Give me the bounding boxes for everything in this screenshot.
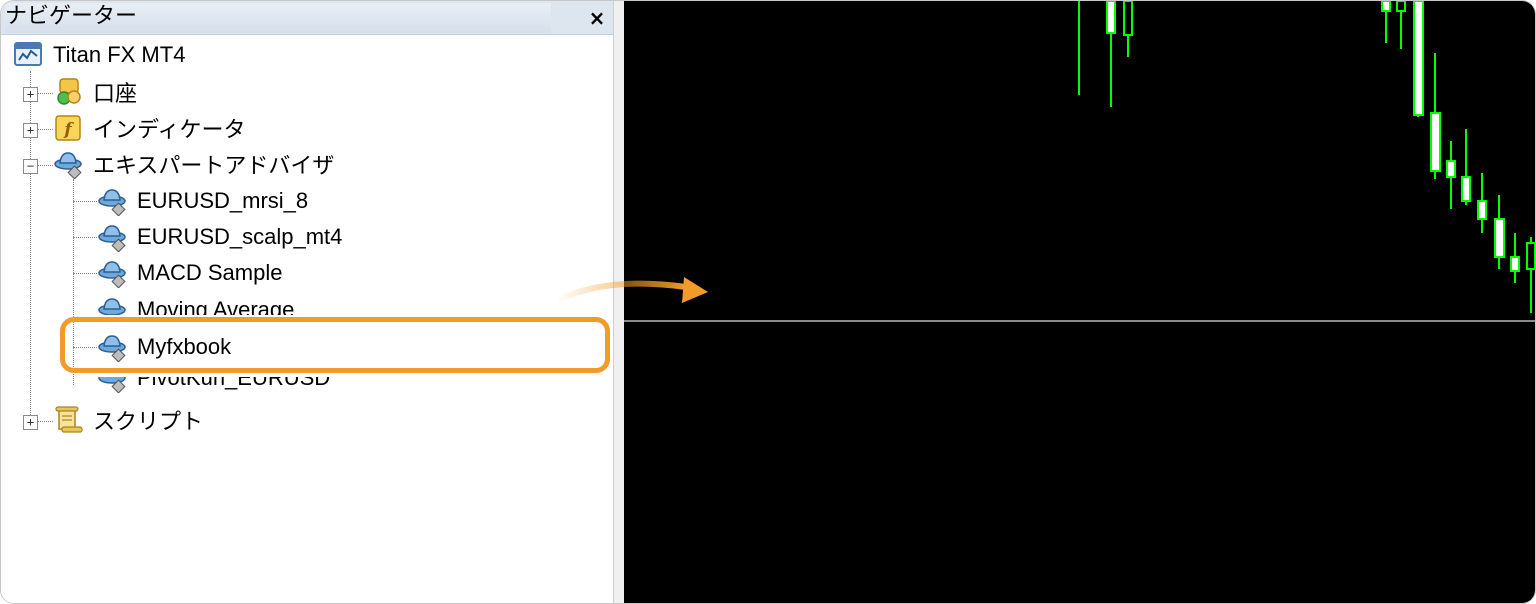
tree-item-label: EURUSD_mrsi_8: [137, 188, 309, 213]
drag-arrow: [553, 277, 708, 304]
tree-line: [37, 93, 53, 94]
tree-item-expert[interactable]: EURUSD_scalp_mt4: [97, 220, 342, 254]
tree-line: [37, 165, 53, 166]
expert-hat-icon: [98, 225, 126, 252]
tree-item-label: エキスパートアドバイザ: [93, 153, 335, 178]
navigator-panel: ナビゲーター × + + − + Titan FX MT4 口座 f インディケ…: [1, 1, 613, 603]
candle: [1526, 237, 1535, 313]
expert-hat-icon: [98, 189, 126, 216]
function-icon: f: [55, 115, 81, 141]
tree-item-expert: PivotKun_EURUSD: [97, 377, 330, 395]
collapse-experts-toggle[interactable]: −: [23, 159, 38, 174]
expert-hat-icon: [98, 298, 126, 315]
candle: [1396, 1, 1406, 49]
expert-hat-icon: [98, 377, 126, 393]
tree-item-expert-clipped[interactable]: Moving Average: [97, 293, 427, 315]
tree-item-indicators[interactable]: f インディケータ: [53, 111, 245, 145]
expand-scripts-toggle[interactable]: +: [23, 415, 38, 430]
navigator-title: ナビゲーター: [5, 4, 138, 29]
scroll-icon: [55, 406, 83, 433]
price-chart[interactable]: [624, 1, 1535, 603]
tree-item-label: MACD Sample: [137, 260, 283, 285]
expert-hat-icon: [98, 261, 126, 288]
candle: [1430, 53, 1441, 179]
tree-item-label: インディケータ: [93, 117, 246, 142]
tree-line: [37, 129, 53, 130]
expert-hat-icon: [54, 152, 82, 179]
candle: [1477, 173, 1487, 233]
tree-line: [73, 237, 97, 238]
tree-item-scripts[interactable]: スクリプト: [53, 403, 203, 437]
expand-indicators-toggle[interactable]: +: [23, 123, 38, 138]
candle: [1494, 195, 1505, 269]
tree-item-expert[interactable]: EURUSD_mrsi_8: [97, 184, 308, 218]
navigator-titlebar: ナビゲーター ×: [1, 1, 613, 35]
accounts-icon: [57, 78, 81, 105]
candle: [1413, 1, 1424, 117]
tree-item-label: Titan FX MT4: [53, 42, 186, 67]
tree-item-label: Moving Average: [137, 297, 295, 315]
highlight-box: [60, 317, 610, 373]
tree-line: [73, 273, 97, 274]
close-button[interactable]: ×: [585, 5, 609, 31]
candle: [1106, 1, 1116, 107]
tree-item-accounts[interactable]: 口座: [53, 75, 137, 109]
candle: [1510, 233, 1520, 283]
terminal-icon: [14, 42, 42, 66]
tree-item-experts[interactable]: エキスパートアドバイザ: [53, 147, 334, 181]
expand-accounts-toggle[interactable]: +: [23, 87, 38, 102]
tree-line: [73, 201, 97, 202]
tree-item-expert[interactable]: MACD Sample: [97, 256, 282, 290]
tree-item-expert: Moving Average: [97, 293, 294, 315]
tree-item-label: PivotKun_EURUSD: [137, 377, 331, 390]
tree-item-root[interactable]: Titan FX MT4: [13, 38, 185, 72]
candle: [1446, 141, 1456, 209]
candle: [1381, 1, 1391, 43]
screenshot-frame: ナビゲーター × + + − + Titan FX MT4 口座 f インディケ…: [0, 0, 1536, 604]
candlestick-canvas: [624, 1, 1535, 322]
tree-item-label: スクリプト: [93, 409, 204, 434]
tree-line: [37, 421, 53, 422]
tree-item-expert-clipped[interactable]: PivotKun_EURUSD: [97, 377, 427, 395]
tree-item-label: 口座: [93, 81, 138, 106]
tree-item-label: EURUSD_scalp_mt4: [137, 224, 343, 249]
candle: [1461, 129, 1471, 205]
candle: [1123, 1, 1133, 57]
